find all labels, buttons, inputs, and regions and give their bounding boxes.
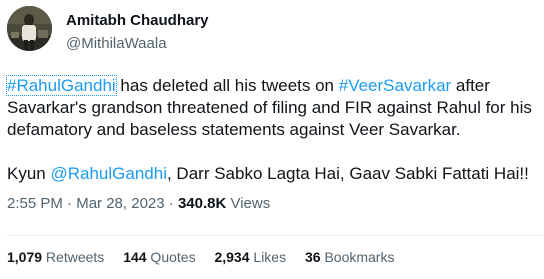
quotes-stat[interactable]: 144 Quotes [123, 249, 195, 265]
bookmarks-stat[interactable]: 36 Bookmarks [305, 249, 395, 265]
retweets-stat[interactable]: 1,079 Retweets [7, 249, 104, 265]
tweet-text: , Darr Sabko Lagta Hai, Gaav Sabki Fatta… [166, 164, 529, 183]
quotes-count: 144 [123, 249, 147, 265]
meta-separator: · [164, 195, 178, 212]
tweet-date[interactable]: Mar 28, 2023 [76, 195, 164, 212]
retweets-label: Retweets [42, 249, 105, 265]
quotes-label: Quotes [146, 249, 196, 265]
likes-count: 2,934 [214, 249, 250, 265]
views-count: 340.8K [177, 195, 227, 212]
tweet-stats: 1,079 Retweets 144 Quotes 2,934 Likes 36… [7, 249, 409, 265]
avatar-photo-icon [7, 6, 52, 51]
hashtag-veersavarkar[interactable]: #VeerSavarkar [339, 76, 451, 95]
tweet-time[interactable]: 2:55 PM [7, 195, 63, 212]
author-handle[interactable]: @MithilaWaala [66, 35, 167, 52]
likes-stat[interactable]: 2,934 Likes [214, 249, 286, 265]
bookmarks-count: 36 [304, 249, 321, 265]
mention-rahulgandhi[interactable]: @RahulGandhi [50, 164, 167, 183]
tweet-paragraph-2: Kyun @RahulGandhi, Darr Sabko Lagta Hai,… [7, 163, 541, 185]
tweet-text: Kyun [7, 164, 51, 183]
author-display-name[interactable]: Amitabh Chaudhary [66, 12, 209, 29]
retweets-count: 1,079 [7, 249, 43, 265]
avatar[interactable] [7, 6, 52, 51]
tweet-text: has deleted all his tweets on [115, 76, 339, 95]
meta-separator: · [62, 195, 77, 212]
bookmarks-label: Bookmarks [320, 249, 395, 265]
tweet-meta: 2:55 PM · Mar 28, 2023 · 340.8K Views [7, 195, 270, 212]
divider [7, 235, 544, 236]
tweet-paragraph-1: #RahulGandhi has deleted all his tweets … [6, 75, 541, 141]
hashtag-rahulgandhi[interactable]: #RahulGandhi [6, 75, 117, 96]
tweet-body: #RahulGandhi has deleted all his tweets … [6, 75, 541, 185]
likes-label: Likes [249, 249, 287, 265]
views-label: Views [226, 195, 271, 212]
tweet: Amitabh Chaudhary @MithilaWaala #RahulGa… [0, 0, 544, 279]
